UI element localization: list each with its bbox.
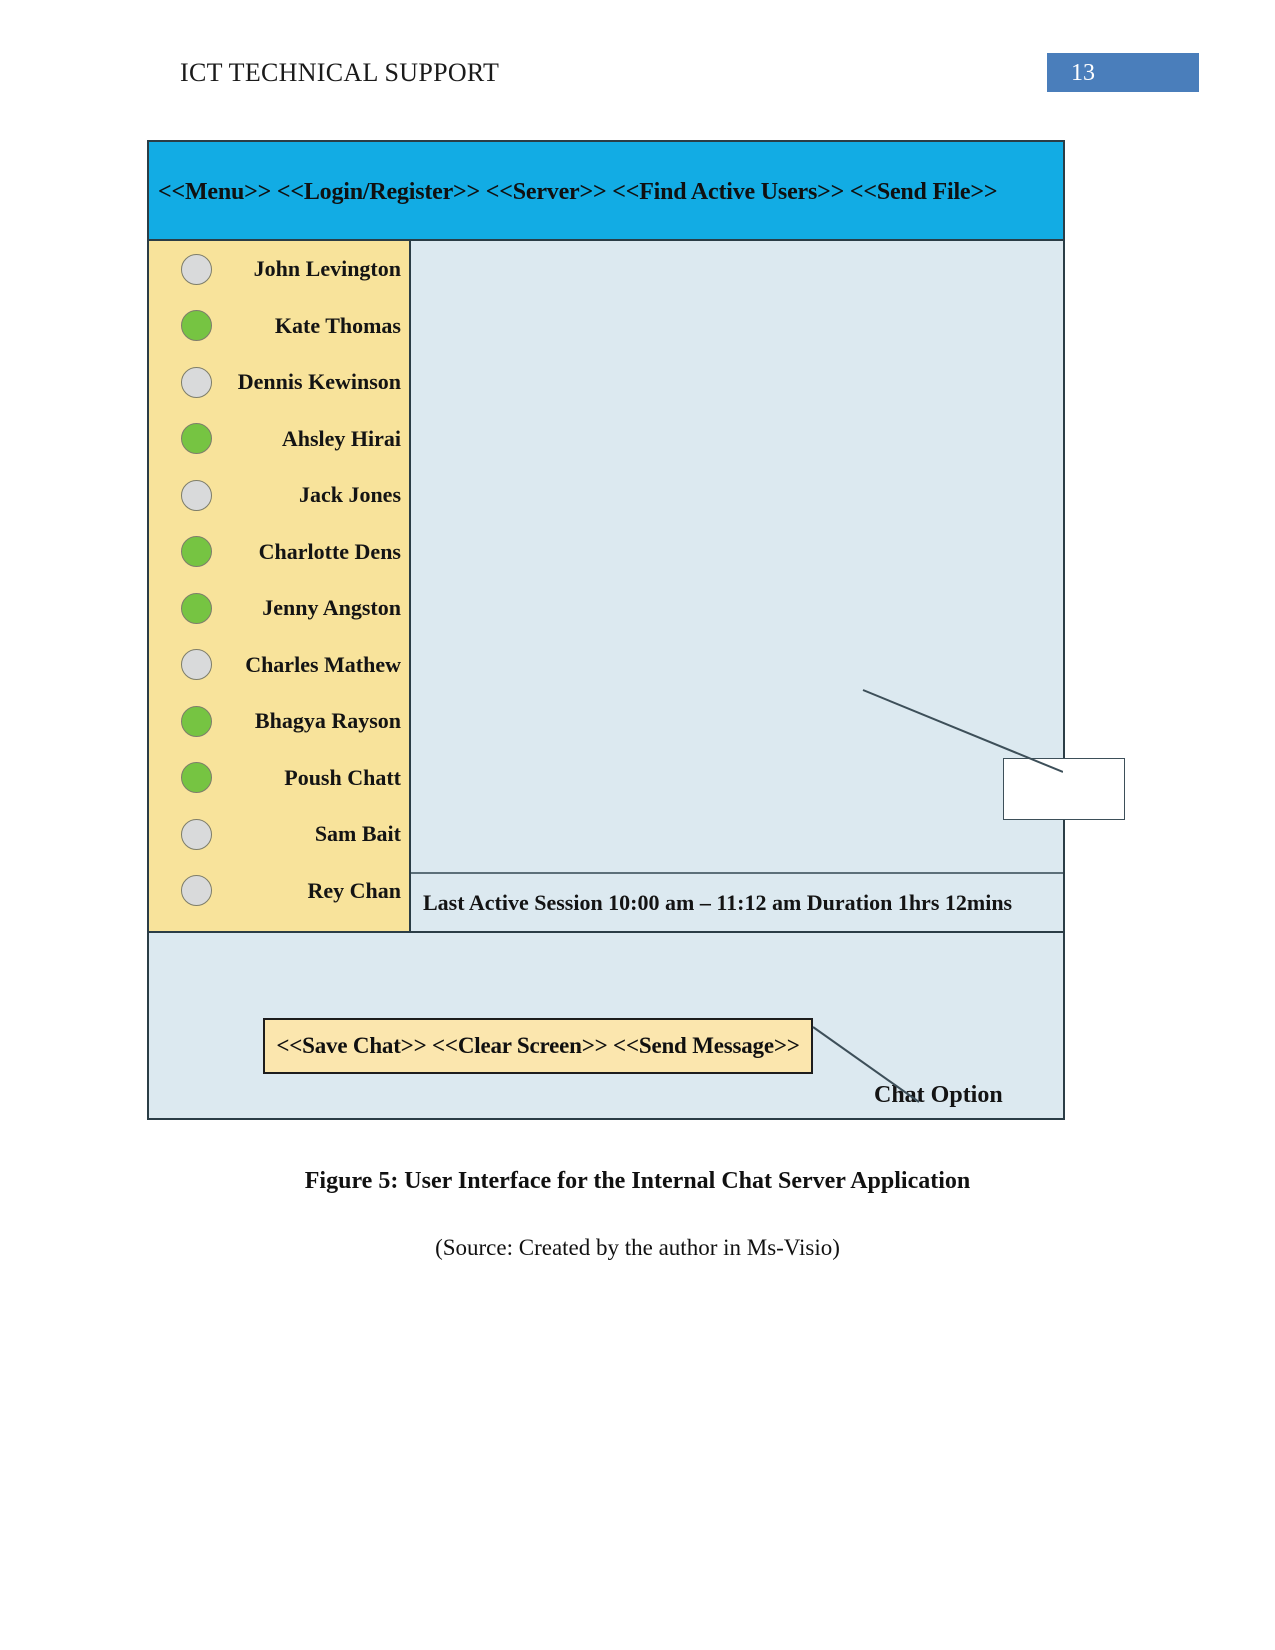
user-list-item[interactable]: Kate Thomas: [149, 298, 409, 355]
user-list-item[interactable]: Dennis Kewinson: [149, 354, 409, 411]
user-name-label: Charles Mathew: [245, 651, 401, 677]
session-status-text: Last Active Session 10:00 am – 11:12 am …: [423, 889, 1013, 915]
figure-caption: Figure 5: User Interface for the Interna…: [304, 1168, 971, 1194]
status-online-icon: [181, 762, 212, 794]
user-name-label: Ahsley Hirai: [281, 425, 401, 451]
chat-option-annotation: Chat Option: [874, 1082, 1003, 1108]
active-users-sidebar[interactable]: John Levington Kate Thomas Dennis Kewinson…: [149, 241, 411, 931]
status-offline-icon: [181, 479, 212, 511]
user-list-item[interactable]: Poush Chatt: [149, 750, 409, 807]
user-list-item[interactable]: Sam Bait: [149, 806, 409, 863]
user-list-item[interactable]: Jenny Angston: [149, 580, 409, 637]
menu-bar-label[interactable]: <<Menu>> <<Login/Register>> <<Server>> <…: [158, 179, 998, 206]
user-list-item[interactable]: Bhagya Rayson: [149, 693, 409, 750]
status-online-icon: [181, 423, 212, 455]
session-status-bar: Last Active Session 10:00 am – 11:12 am …: [411, 874, 1063, 931]
page-header: ICT TECHNICAL SUPPORT 13: [0, 0, 1275, 120]
user-list-item[interactable]: John Levington: [149, 241, 409, 298]
user-name-label: Jenny Angston: [262, 595, 401, 621]
user-name-label: John Levington: [253, 256, 401, 282]
user-list-item[interactable]: Charlotte Dens: [149, 524, 409, 581]
status-offline-icon: [181, 875, 212, 907]
status-online-icon: [181, 705, 212, 737]
source-caption: (Source: Created by the author in Ms-Vis…: [435, 1235, 840, 1260]
user-list-item[interactable]: Jack Jones: [149, 467, 409, 524]
menu-bar[interactable]: <<Menu>> <<Login/Register>> <<Server>> <…: [149, 142, 1063, 241]
callout-box: [1003, 758, 1125, 820]
user-name-label: Poush Chatt: [284, 764, 401, 790]
status-offline-icon: [181, 253, 212, 285]
status-offline-icon: [181, 818, 212, 850]
user-name-label: Bhagya Rayson: [254, 708, 401, 734]
user-name-label: Dennis Kewinson: [237, 369, 401, 395]
user-list-item[interactable]: Ahsley Hirai: [149, 411, 409, 468]
page-number-badge: 13: [1047, 53, 1199, 92]
status-online-icon: [181, 536, 212, 568]
chat-application-mockup: <<Menu>> <<Login/Register>> <<Server>> <…: [147, 140, 1125, 1120]
user-name-label: Charlotte Dens: [258, 538, 401, 564]
page-number: 13: [1071, 60, 1095, 86]
chat-action-bar-label[interactable]: <<Save Chat>> <<Clear Screen>> <<Send Me…: [276, 1033, 799, 1059]
user-name-label: Rey Chan: [307, 877, 401, 903]
page-title: ICT TECHNICAL SUPPORT: [180, 58, 500, 87]
status-offline-icon: [181, 366, 212, 398]
chat-action-bar[interactable]: <<Save Chat>> <<Clear Screen>> <<Send Me…: [263, 1018, 813, 1074]
user-name-label: Jack Jones: [298, 482, 401, 508]
user-list-item[interactable]: Rey Chan: [149, 863, 409, 920]
status-online-icon: [181, 310, 212, 342]
user-name-label: Kate Thomas: [274, 312, 401, 338]
user-name-label: Sam Bait: [314, 821, 401, 847]
status-offline-icon: [181, 649, 212, 681]
user-list-item[interactable]: Charles Mathew: [149, 637, 409, 694]
status-online-icon: [181, 592, 212, 624]
chat-display-area[interactable]: [411, 241, 1125, 874]
